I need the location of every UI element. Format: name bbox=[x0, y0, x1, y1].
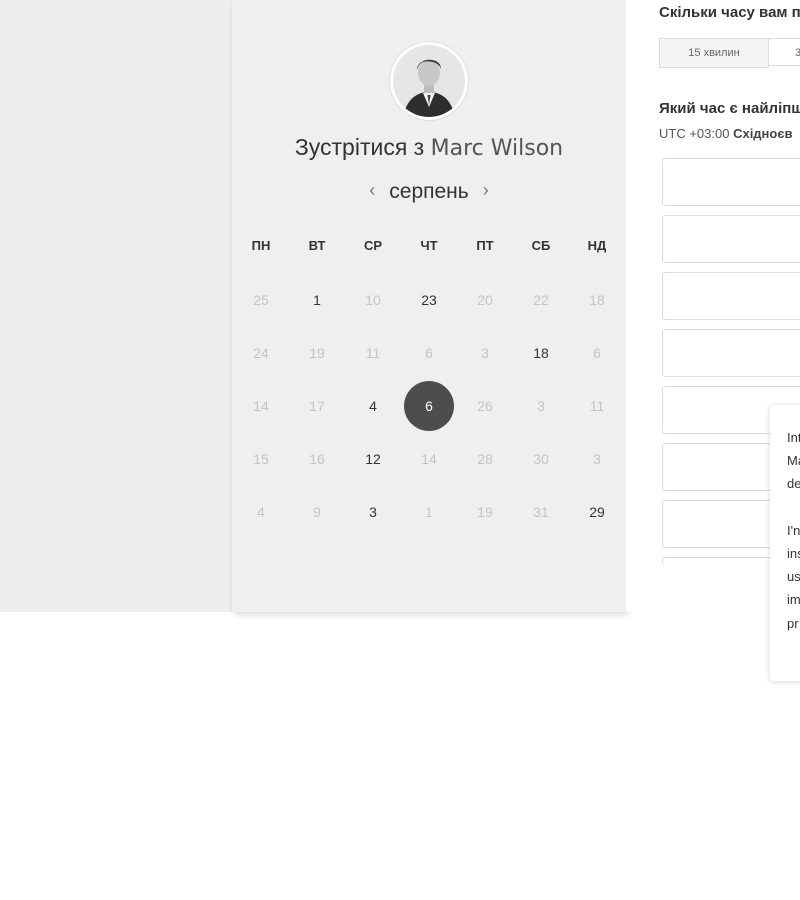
calendar-day: 24 bbox=[253, 345, 269, 361]
calendar-day: 11 bbox=[365, 345, 381, 361]
weekday-label: ПН bbox=[251, 238, 271, 253]
time-question: Який час є найліпш bbox=[659, 100, 800, 117]
popup-text-line: Ma bbox=[787, 453, 800, 468]
popup-text-line: Int bbox=[787, 430, 800, 445]
calendar-day: 28 bbox=[477, 451, 493, 467]
calendar-day: 15 bbox=[253, 451, 269, 467]
calendar-day[interactable]: 12 bbox=[345, 434, 401, 484]
calendar-day: 18 bbox=[589, 292, 605, 308]
month-navigation: ‹ серпень › bbox=[232, 180, 626, 204]
weekday-label: СР bbox=[363, 238, 383, 253]
weekday-label: НД bbox=[587, 238, 607, 253]
calendar-day: 11 bbox=[589, 398, 605, 414]
calendar-day: 1 bbox=[425, 504, 433, 520]
calendar-day[interactable]: 1 bbox=[289, 275, 345, 325]
weekday-header: ПН ВТ СР ЧТ ПТ СБ НД bbox=[233, 238, 625, 253]
calendar-day: 9 bbox=[313, 504, 321, 520]
selected-date[interactable]: 6 bbox=[404, 381, 454, 431]
calendar-day: 31 bbox=[533, 504, 549, 520]
calendar-day: 14 bbox=[253, 398, 269, 414]
calendar-day[interactable]: 23 bbox=[401, 275, 457, 325]
calendar-day: 30 bbox=[533, 451, 549, 467]
calendar-day: 10 bbox=[365, 292, 381, 308]
prev-month-button[interactable]: ‹ bbox=[355, 180, 389, 201]
calendar-day: 6 bbox=[593, 345, 601, 361]
host-name: Marc Wilson bbox=[430, 136, 564, 161]
profile-photo bbox=[393, 45, 465, 117]
duration-option-30[interactable]: 3 bbox=[769, 38, 800, 66]
calendar-day: 6 bbox=[425, 345, 433, 361]
popup-text-line: pr bbox=[787, 616, 799, 631]
popup-text-line: im bbox=[787, 592, 800, 607]
calendar-day: 17 bbox=[309, 398, 325, 414]
info-popup: Int Ma de I'n ins us im pr bbox=[770, 405, 800, 681]
meeting-title-prefix: Зустрітися з bbox=[294, 134, 425, 160]
calendar-day[interactable]: 4 bbox=[345, 381, 401, 431]
timezone-offset: UTC +03:00 bbox=[659, 126, 730, 141]
popup-text-line: I'n bbox=[787, 523, 800, 538]
calendar-week: 25 1 10 23 20 22 18 bbox=[233, 275, 625, 325]
timezone-name: Східноєв bbox=[733, 126, 793, 141]
calendar-week: 24 19 11 6 3 18 6 bbox=[233, 328, 625, 378]
meeting-title: Зустрітися з Marc Wilson bbox=[232, 134, 626, 161]
next-month-button[interactable]: › bbox=[469, 180, 503, 201]
calendar-day: 3 bbox=[593, 451, 601, 467]
weekday-label: ПТ bbox=[476, 238, 494, 253]
calendar-week: 15 16 12 14 28 30 3 bbox=[233, 434, 625, 484]
calendar-day: 20 bbox=[477, 292, 493, 308]
popup-text-line: de bbox=[787, 476, 800, 491]
calendar-day: 3 bbox=[481, 345, 489, 361]
time-slot[interactable]: 1 bbox=[662, 215, 800, 263]
duration-question: Скільки часу вам п bbox=[659, 4, 800, 21]
calendar-day[interactable]: 3 bbox=[345, 487, 401, 537]
time-slot[interactable]: 1 bbox=[662, 329, 800, 377]
calendar-day: 22 bbox=[533, 292, 549, 308]
weekday-label: ЧТ bbox=[420, 238, 438, 253]
time-slot[interactable]: 1 bbox=[662, 272, 800, 320]
calendar-day[interactable]: 29 bbox=[569, 487, 625, 537]
weekday-label: СБ bbox=[531, 238, 551, 253]
popup-text-line: ins bbox=[787, 546, 800, 561]
calendar-day: 26 bbox=[477, 398, 493, 414]
calendar-day: 19 bbox=[309, 345, 325, 361]
duration-selector: 15 хвилин 3 bbox=[659, 38, 800, 68]
calendar-week: 14 17 4 6 26 3 11 bbox=[233, 381, 625, 431]
calendar-day: 19 bbox=[477, 504, 493, 520]
calendar-day: 16 bbox=[309, 451, 325, 467]
calendar-day[interactable]: 18 bbox=[513, 328, 569, 378]
month-label: серпень bbox=[389, 180, 469, 203]
popup-text-line: us bbox=[787, 569, 800, 584]
calendar-card: Зустрітися з Marc Wilson ‹ серпень › ПН ВТ… bbox=[232, 0, 626, 612]
calendar-day: 14 bbox=[421, 451, 437, 467]
calendar-day: 4 bbox=[257, 504, 265, 520]
weekday-label: ВТ bbox=[308, 238, 326, 253]
calendar-day: 25 bbox=[253, 292, 269, 308]
timezone-label: UTC +03:00 Східноєв bbox=[659, 126, 793, 141]
avatar bbox=[390, 42, 468, 120]
time-slot[interactable]: 1 bbox=[662, 158, 800, 206]
calendar-day-selected[interactable]: 6 bbox=[401, 381, 457, 431]
calendar-day: 3 bbox=[537, 398, 545, 414]
duration-option-15[interactable]: 15 хвилин bbox=[659, 38, 769, 68]
calendar-week: 4 9 3 1 19 31 29 bbox=[233, 487, 625, 537]
